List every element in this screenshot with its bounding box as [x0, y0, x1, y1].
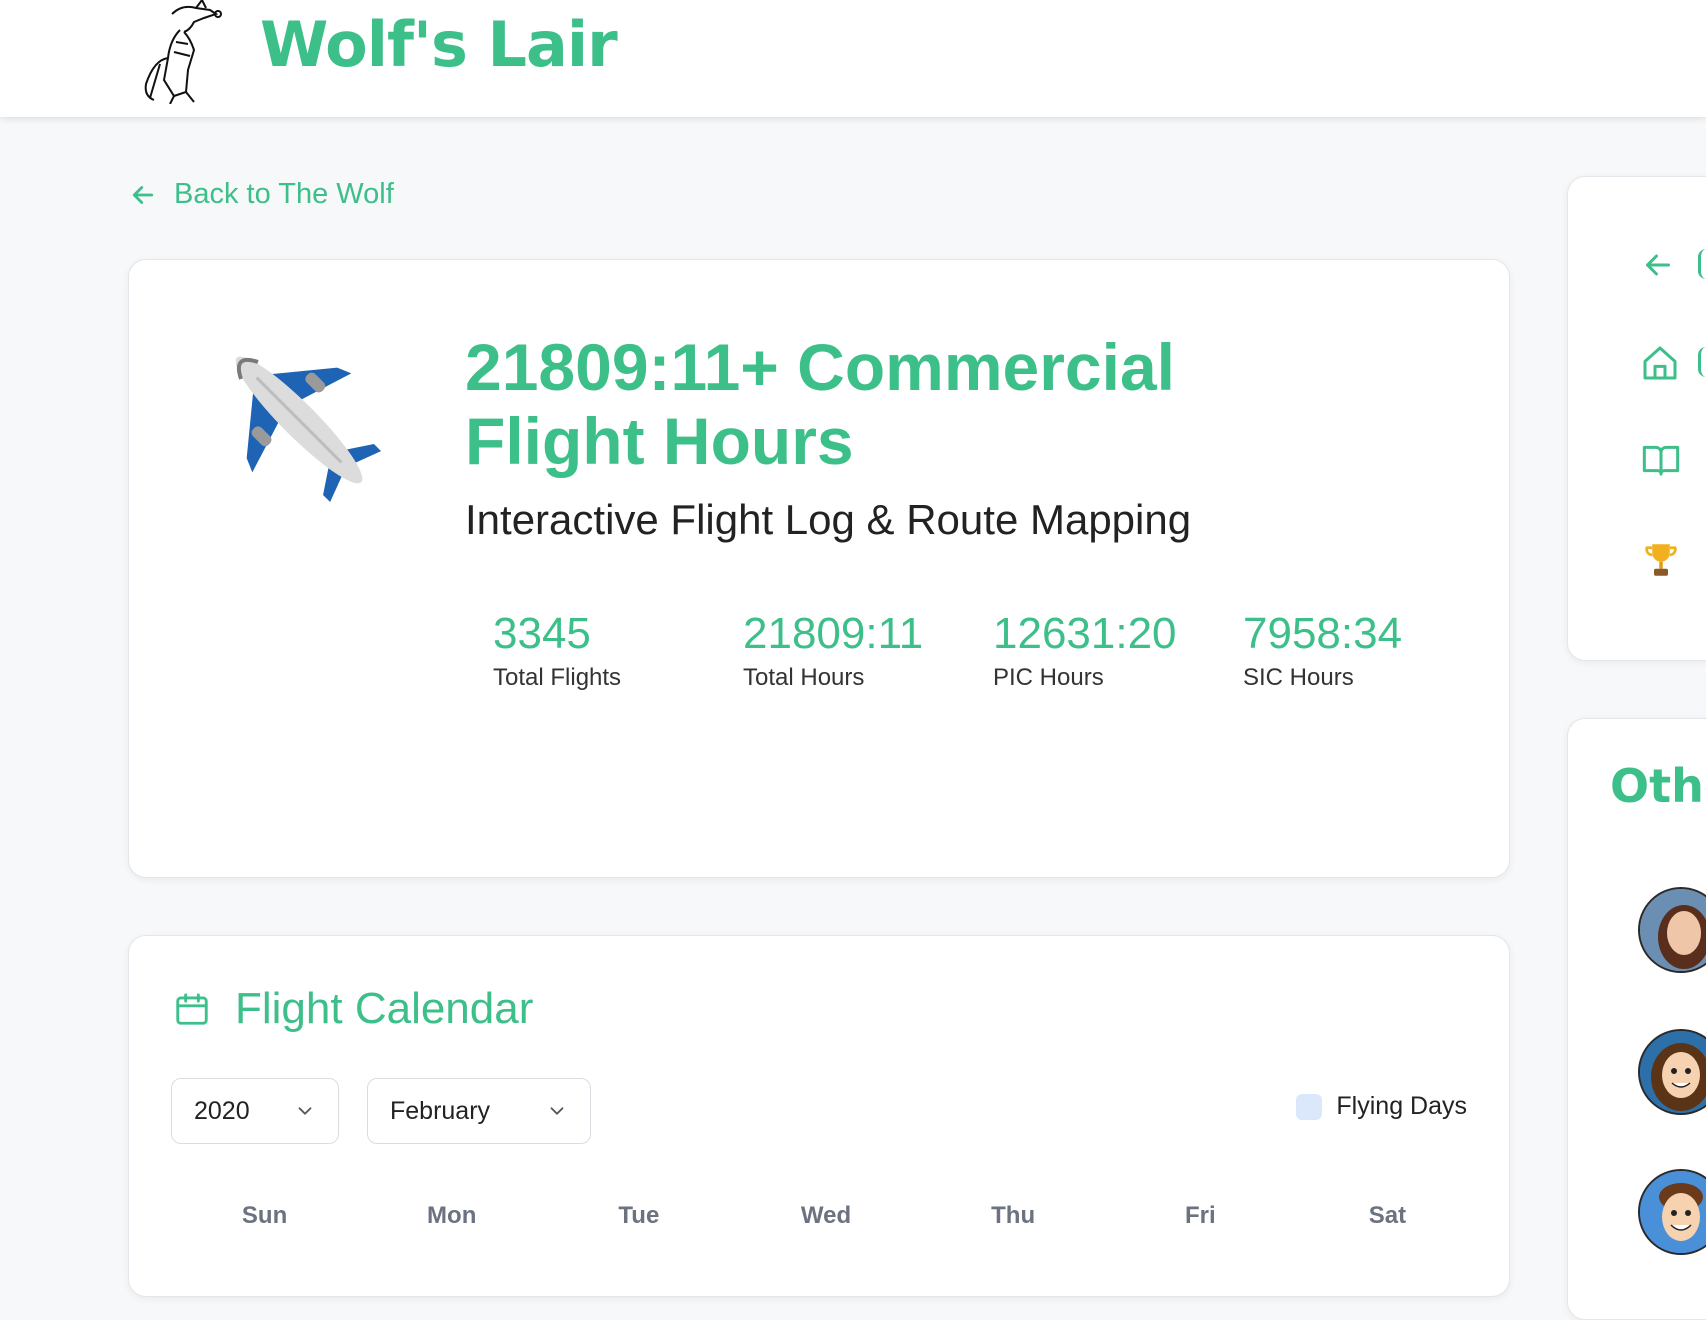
stat-total-hours: 21809:11 Total Hours: [743, 608, 993, 692]
arrow-left-icon[interactable]: [1640, 247, 1676, 283]
back-link-label: Back to The Wolf: [174, 178, 394, 210]
stats-row: 3345 Total Flights 21809:11 Total Hours …: [493, 608, 1493, 692]
airplane-icon: [235, 356, 382, 503]
month-select[interactable]: February: [367, 1078, 591, 1144]
sidebar-others-card: Othe: [1567, 718, 1706, 1320]
weekday-tue: Tue: [618, 1202, 660, 1229]
sidebar-section-title: Othe: [1610, 759, 1706, 813]
stat-pic-hours: 12631:20 PIC Hours: [993, 608, 1243, 692]
hero-card: 21809:11+ Commercial Flight Hours Intera…: [128, 259, 1510, 878]
stat-value: 12631:20: [993, 609, 1177, 658]
stat-label: Total Flights: [493, 664, 622, 691]
avatar[interactable]: [1638, 887, 1706, 973]
weekday-sun: Sun: [241, 1202, 288, 1229]
year-select[interactable]: 2020: [171, 1078, 339, 1144]
avatar[interactable]: [1638, 1029, 1706, 1115]
stat-label: Total Hours: [743, 664, 865, 691]
page-title: 21809:11+ Commercial Flight Hours: [465, 330, 1175, 478]
year-select-value: 2020: [194, 1096, 250, 1125]
calendar-header: Flight Calendar: [173, 984, 533, 1034]
stat-value: 21809:11: [743, 609, 924, 658]
stat-label: SIC Hours: [1243, 664, 1354, 691]
page-subtitle: Interactive Flight Log & Route Mapping: [465, 496, 1192, 543]
legend-label: Flying Days: [1336, 1092, 1467, 1120]
weekday-mon: Mon: [427, 1202, 477, 1229]
trophy-icon[interactable]: [1640, 539, 1682, 581]
brand-title[interactable]: Wolf's Lair: [260, 8, 618, 81]
calendar-legend: Flying Days: [1296, 1092, 1467, 1121]
stat-sic-hours: 7958:34 SIC Hours: [1243, 608, 1493, 692]
nav-label-peek: [1698, 249, 1706, 279]
avatar[interactable]: [1638, 1169, 1706, 1255]
avatar-1-image: [1640, 889, 1706, 971]
weekday-fri: Fri: [1184, 1202, 1216, 1229]
weekday-header: Sun Mon Tue Wed Thu Fri Sat: [171, 1202, 1481, 1230]
arrow-left-icon: [132, 185, 154, 204]
stat-value: 7958:34: [1243, 609, 1403, 658]
back-link[interactable]: Back to The Wolf: [128, 178, 394, 211]
home-icon[interactable]: [1640, 343, 1680, 383]
weekday-thu: Thu: [991, 1202, 1036, 1229]
sidebar-nav-card: [1567, 176, 1706, 661]
chevron-down-icon: [550, 1107, 564, 1115]
top-bar: Wolf's Lair: [0, 0, 1706, 117]
weekday-sat: Sat: [1368, 1202, 1407, 1229]
stat-label: PIC Hours: [993, 664, 1104, 691]
weekday-wed: Wed: [800, 1202, 852, 1229]
calendar-title: Flight Calendar: [235, 984, 534, 1033]
flight-calendar-card: Flight Calendar 2020 February Flying Day…: [128, 935, 1510, 1297]
month-select-value: February: [390, 1096, 491, 1125]
avatar-2-image: [1640, 1031, 1706, 1113]
calendar-icon: [176, 993, 208, 1025]
stat-total-flights: 3345 Total Flights: [493, 608, 743, 692]
chevron-down-icon: [298, 1107, 312, 1115]
avatar-3-image: [1640, 1171, 1706, 1253]
wolf-pilot-mascot-icon[interactable]: [124, 0, 244, 104]
flying-days-swatch: [1296, 1093, 1323, 1120]
book-icon[interactable]: [1640, 439, 1682, 479]
nav-label-peek: [1698, 347, 1706, 377]
stat-value: 3345: [493, 609, 591, 658]
